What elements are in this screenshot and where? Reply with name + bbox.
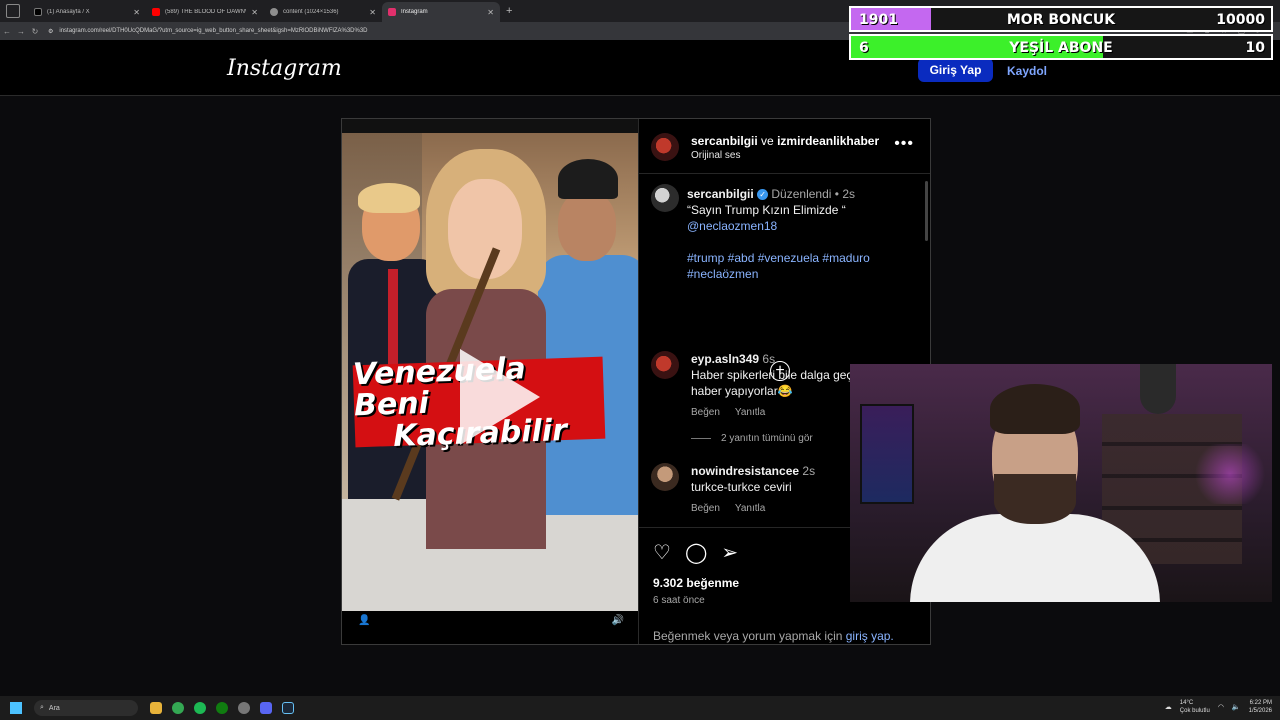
steam-icon[interactable] xyxy=(282,702,294,714)
instagram-favicon-icon xyxy=(388,8,396,16)
search-icon: ⌕ xyxy=(40,704,44,711)
comment-user[interactable]: nowindresistancee xyxy=(691,464,799,478)
wifi-icon[interactable]: ◠ xyxy=(1218,703,1224,711)
comment-icon[interactable]: ◯ xyxy=(685,540,707,565)
view-replies-label: 2 yanıtın tümünü gör xyxy=(721,433,813,444)
url-field[interactable]: ⚙ instagram.com/reel/DTH0UcQDMaG/?utm_so… xyxy=(48,28,368,35)
webcam-streamer xyxy=(910,384,1170,602)
close-tab-icon[interactable]: ✕ xyxy=(133,8,140,17)
tab-instagram[interactable]: Instagram ✕ xyxy=(382,2,500,22)
caption-author-avatar[interactable] xyxy=(651,184,679,212)
video-controls xyxy=(342,611,638,644)
tab-label: content (1024×1536) xyxy=(283,9,339,15)
verified-badge-icon: ✓ xyxy=(757,189,769,201)
share-icon[interactable]: ➢ xyxy=(721,540,738,565)
audio-link[interactable]: Orijinal ses xyxy=(691,150,740,161)
hashtags[interactable]: #trump #abd #venezuela #maduro #neclaözm… xyxy=(687,250,917,282)
taskbar-search[interactable]: ⌕ Ara xyxy=(34,700,138,716)
discord-icon[interactable] xyxy=(260,702,272,714)
commenter-avatar[interactable] xyxy=(651,463,679,491)
like-count[interactable]: 9.302 beğenme xyxy=(653,576,739,590)
goal-target: 10 xyxy=(1245,40,1265,56)
goal-bar-purple: 1901 MOR BONCUK 10000 xyxy=(849,6,1273,32)
xbox-icon[interactable] xyxy=(216,702,228,714)
taskbar: ⌕ Ara ☁ 14°C Çok bulutlu ◠ 🔈 6:22 PM 1/5… xyxy=(0,696,1280,720)
play-icon[interactable] xyxy=(460,349,540,445)
author-link[interactable]: sercanbilgii xyxy=(691,134,758,148)
file-explorer-icon[interactable] xyxy=(150,702,162,714)
reply-comment-button[interactable]: Yanıtla xyxy=(735,405,765,421)
goal-title: YEŞİL ABONE xyxy=(1009,40,1113,56)
windows-start-icon[interactable] xyxy=(10,702,22,714)
login-link[interactable]: giriş yap. xyxy=(846,629,894,643)
caption-text: “Sayın Trump Kızın Elimizde “ xyxy=(687,203,846,217)
webcam-poster xyxy=(860,404,914,504)
close-tab-icon[interactable]: ✕ xyxy=(487,8,494,17)
url-text: instagram.com/reel/DTH0UcQDMaG/?utm_sour… xyxy=(59,28,368,34)
post-time: 6 saat önce xyxy=(653,595,705,606)
chrome-icon[interactable] xyxy=(172,702,184,714)
goal-title: MOR BONCUK xyxy=(1006,12,1116,28)
caption-time: 2s xyxy=(842,187,856,201)
volume-tray-icon[interactable]: 🔈 xyxy=(1232,703,1241,711)
login-button[interactable]: Giriş Yap xyxy=(918,58,993,82)
like-comment-button[interactable]: Beğen xyxy=(691,405,720,421)
reload-icon[interactable]: ↻ xyxy=(28,27,42,36)
author-avatar[interactable] xyxy=(651,133,679,161)
x-favicon-icon xyxy=(34,8,42,16)
clock[interactable]: 6:22 PM 1/5/2026 xyxy=(1249,699,1272,715)
volume-icon[interactable]: 🔊 xyxy=(612,615,624,626)
reel-video[interactable]: Venezuela Beni Kaçırabilir 👤 🔊 xyxy=(342,119,638,644)
settings-icon[interactable] xyxy=(238,702,250,714)
spotify-icon[interactable] xyxy=(194,702,206,714)
login-prompt: Beğenmek veya yorum yapmak için giriş ya… xyxy=(653,629,894,643)
window-menu-icon[interactable] xyxy=(6,4,20,18)
taskbar-apps xyxy=(150,702,294,714)
close-tab-icon[interactable]: ✕ xyxy=(251,8,258,17)
more-options-icon[interactable]: ••• xyxy=(894,135,914,153)
weather-widget[interactable]: 14°C Çok bulutlu xyxy=(1180,699,1210,715)
forward-icon[interactable]: → xyxy=(14,27,28,36)
webcam-glow xyxy=(1190,444,1270,504)
post-caption: sercanbilgii ✓ Düzenlendi • 2s “Sayın Tr… xyxy=(687,186,917,282)
post-header: sercanbilgii ve izmirdeanlikhaber Orijin… xyxy=(639,119,930,174)
back-icon[interactable]: ← xyxy=(0,27,14,36)
tab-label: Instagram xyxy=(401,9,428,15)
replies-divider xyxy=(691,438,711,439)
coauthor-link[interactable]: izmirdeanlikhaber xyxy=(777,134,879,148)
globe-favicon-icon xyxy=(270,8,278,16)
edited-label: Düzenlendi xyxy=(771,187,832,201)
reply-comment-button[interactable]: Yanıtla xyxy=(735,501,765,517)
instagram-logo[interactable]: Instagram xyxy=(227,56,342,81)
youtube-favicon-icon xyxy=(152,8,160,16)
tab-x[interactable]: (1) Anasayfa / X ✕ xyxy=(28,2,146,22)
tab-youtube[interactable]: (589) THE BLOOD OF DAWNW... ✕ xyxy=(146,2,264,22)
goal-bar-green: 6 YEŞİL ABONE 10 xyxy=(849,34,1273,60)
view-replies[interactable]: 2 yanıtın tümünü gör xyxy=(691,433,813,444)
system-tray: ☁ 14°C Çok bulutlu ◠ 🔈 6:22 PM 1/5/2026 xyxy=(1165,699,1272,715)
webcam-overlay xyxy=(850,364,1272,602)
scrollbar[interactable] xyxy=(925,181,928,241)
tab-label: (589) THE BLOOD OF DAWNW... xyxy=(165,9,246,15)
weather-icon[interactable]: ☁ xyxy=(1165,703,1172,711)
commenter-avatar[interactable] xyxy=(651,351,679,379)
search-label: Ara xyxy=(48,704,60,712)
post-authors: sercanbilgii ve izmirdeanlikhaber xyxy=(691,134,880,148)
new-tab-icon[interactable]: + xyxy=(506,5,512,17)
caption-author[interactable]: sercanbilgii xyxy=(687,187,754,201)
comment-time: 2s xyxy=(802,464,816,478)
goal-target: 10000 xyxy=(1216,12,1265,28)
comment-time: 6s xyxy=(762,352,776,366)
tab-label: (1) Anasayfa / X xyxy=(47,9,90,15)
instagram-post: Venezuela Beni Kaçırabilir 👤 🔊 sercanbil… xyxy=(341,118,931,645)
heart-icon[interactable]: ♡ xyxy=(653,540,671,565)
comment-user[interactable]: eyp.asln349 xyxy=(691,352,759,366)
close-tab-icon[interactable]: ✕ xyxy=(369,8,376,17)
tab-content[interactable]: content (1024×1536) ✕ xyxy=(264,2,382,22)
tagged-user-icon[interactable]: 👤 xyxy=(358,615,370,626)
mention-link[interactable]: @neclaozmen18 xyxy=(687,218,917,234)
like-comment-button[interactable]: Beğen xyxy=(691,501,720,517)
signup-link[interactable]: Kaydol xyxy=(1007,64,1047,78)
site-info-icon[interactable]: ⚙ xyxy=(48,28,53,35)
